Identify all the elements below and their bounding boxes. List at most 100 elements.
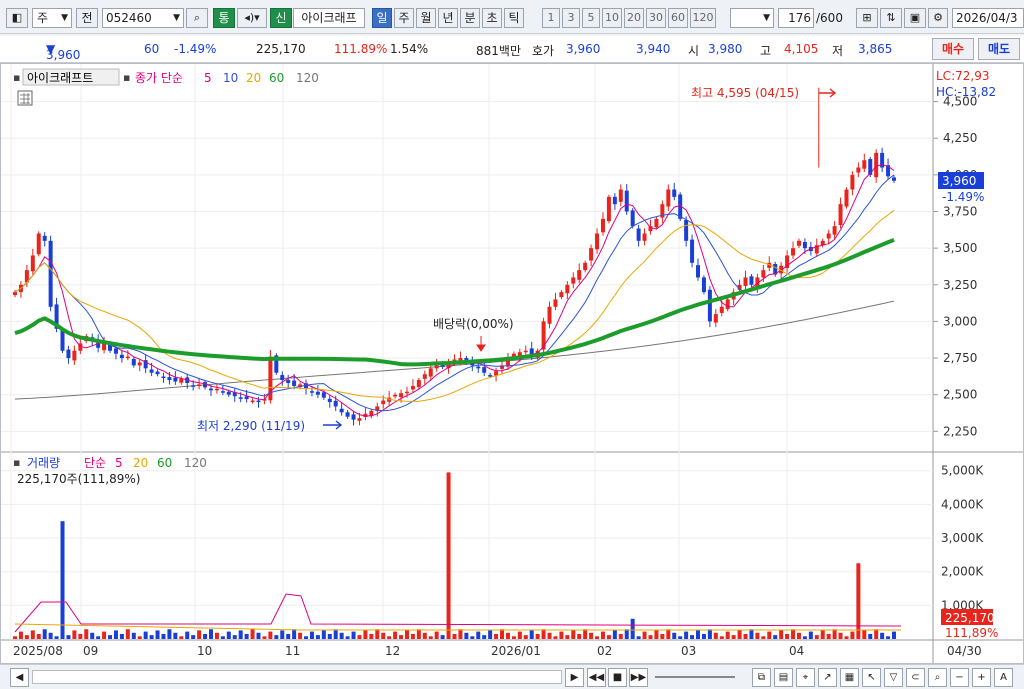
prev-button[interactable]: 전	[76, 8, 98, 28]
candle-body	[553, 299, 558, 307]
chart-svg[interactable]: 4,5004,2504,0003,7503,5003,2503,0002,750…	[1, 64, 1023, 663]
speed-slider[interactable]	[655, 676, 735, 678]
magnet-icon[interactable]: ⊂	[906, 668, 925, 687]
speaker-icon[interactable]: ◂)▾	[237, 8, 267, 28]
scroll-left-icon[interactable]: ◀	[10, 668, 29, 687]
candle-body	[832, 226, 837, 235]
vol-legend-ma60: 60	[157, 456, 172, 470]
ma-lines	[14, 164, 895, 417]
filter-icon[interactable]: ▽	[884, 668, 903, 687]
chevron-down-icon: ▼	[61, 13, 68, 23]
candle-body	[850, 174, 855, 190]
top-toolbar: ◧ 주 ▼ 전 052460 ▼ ⌕ 통 ◂)▾ 신 아이크래프 일주월년분초틱 1…	[0, 0, 1024, 34]
zoom-icon[interactable]: ⌕	[928, 668, 947, 687]
high-annotation: 최고 4,595 (04/15)	[691, 86, 799, 100]
hc-value: HC:-13,82	[936, 85, 996, 99]
interval-select[interactable]: ▼	[730, 8, 774, 28]
candle-body	[476, 366, 481, 369]
volume-bar	[78, 633, 83, 639]
vol-legend-name: 거래량	[27, 456, 60, 470]
tab-period-6[interactable]: 틱	[504, 8, 524, 28]
zoom-out-icon[interactable]: −	[950, 668, 969, 687]
volume-bar	[440, 635, 445, 639]
candle-body	[618, 189, 623, 202]
candle-body	[381, 400, 386, 405]
stock-name[interactable]: 아이크래프	[293, 8, 365, 28]
volume-bar	[642, 631, 647, 639]
tab-minute-10[interactable]: 10	[602, 8, 622, 28]
volume-bar	[286, 633, 291, 639]
tong-button[interactable]: 통	[213, 8, 235, 28]
tab-period-2[interactable]: 월	[416, 8, 436, 28]
sell-button[interactable]: 매도	[978, 38, 1020, 60]
window-icon[interactable]: ⧉	[752, 668, 771, 687]
buy-button[interactable]: 매수	[932, 38, 974, 60]
volume-bar	[339, 632, 344, 639]
volume-bar	[648, 635, 653, 639]
tab-minute-120[interactable]: 120	[690, 8, 716, 28]
candle-body	[309, 391, 314, 393]
volume-bar	[131, 632, 136, 639]
scroll-bar[interactable]: ◀ ▶ ◀◀ ■ ▶▶ ⧉ ▤ ⌖ ↗ ▦ ↖ ▽ ⊂ ⌕ − + A	[0, 664, 1024, 689]
cursor-icon[interactable]: ↖	[862, 668, 881, 687]
volume-bar	[102, 631, 107, 639]
date-input[interactable]: 2026/04/3	[952, 8, 1024, 28]
crosshair-icon[interactable]: ⌖	[796, 668, 815, 687]
tab-minute-1[interactable]: 1	[542, 8, 560, 28]
volume-bar	[886, 636, 891, 639]
fast-forward-icon[interactable]: ▶▶	[629, 668, 648, 687]
stock-type-select[interactable]: 주 ▼	[32, 8, 72, 28]
volume-bar	[72, 630, 77, 639]
compare-icon[interactable]: ⇅	[880, 8, 902, 28]
font-icon[interactable]: A	[994, 668, 1013, 687]
layout-icon[interactable]: ◧	[6, 8, 28, 28]
price-tick-label: 3,250	[943, 278, 977, 292]
tab-minute-20[interactable]: 20	[624, 8, 644, 28]
scroll-right-icon[interactable]: ▶	[565, 668, 584, 687]
count-input[interactable]: 176	[778, 8, 814, 28]
volume-bar	[274, 635, 279, 639]
tab-minute-60[interactable]: 60	[668, 8, 688, 28]
code-input[interactable]: 052460 ▼	[102, 8, 184, 28]
volume-bar	[66, 635, 71, 639]
volume-bar	[452, 633, 457, 639]
volume-bar	[796, 632, 801, 639]
tab-minute-5[interactable]: 5	[582, 8, 600, 28]
bar-chart-icon[interactable]: ⊞	[856, 8, 878, 28]
tab-minute-3[interactable]: 3	[562, 8, 580, 28]
draw-icon[interactable]: ↗	[818, 668, 837, 687]
volume-bar	[719, 636, 724, 639]
search-icon[interactable]: ⌕	[186, 8, 208, 28]
stop-icon[interactable]: ■	[608, 668, 627, 687]
legend-name: 아이크래프트	[27, 71, 93, 85]
chart-area[interactable]: 4,5004,2504,0003,7503,5003,2503,0002,750…	[0, 63, 1024, 664]
ruler-icon[interactable]: ▤	[774, 668, 793, 687]
scroll-track[interactable]	[32, 670, 562, 684]
gear-icon[interactable]: ⚙	[928, 8, 948, 28]
date-tick-label: 03	[681, 644, 696, 658]
tab-period-5[interactable]: 초	[482, 8, 502, 28]
volume-bar	[84, 629, 89, 639]
volume-bar	[862, 630, 867, 639]
tab-period-3[interactable]: 년	[438, 8, 458, 28]
tab-period-1[interactable]: 주	[394, 8, 414, 28]
candle-body	[488, 375, 493, 377]
rewind-icon[interactable]: ◀◀	[587, 668, 606, 687]
tab-minute-30[interactable]: 30	[646, 8, 666, 28]
zoom-in-icon[interactable]: +	[972, 668, 991, 687]
candle-body	[119, 354, 124, 359]
volume-tick-label: 5,000K	[941, 464, 984, 478]
volume-bar	[589, 632, 594, 639]
layers-icon[interactable]: ▦	[840, 668, 859, 687]
candle-body	[725, 299, 730, 310]
sin-button[interactable]: 신	[270, 8, 292, 28]
volume-bar	[785, 633, 790, 639]
tab-period-4[interactable]: 분	[460, 8, 480, 28]
volume-bar	[476, 631, 481, 639]
volume-bar	[838, 632, 843, 639]
volume-bar	[351, 631, 356, 639]
save-icon[interactable]: ▣	[904, 8, 926, 28]
tab-period-0[interactable]: 일	[372, 8, 392, 28]
volume-bar	[458, 629, 463, 639]
volume-bar	[143, 631, 148, 639]
